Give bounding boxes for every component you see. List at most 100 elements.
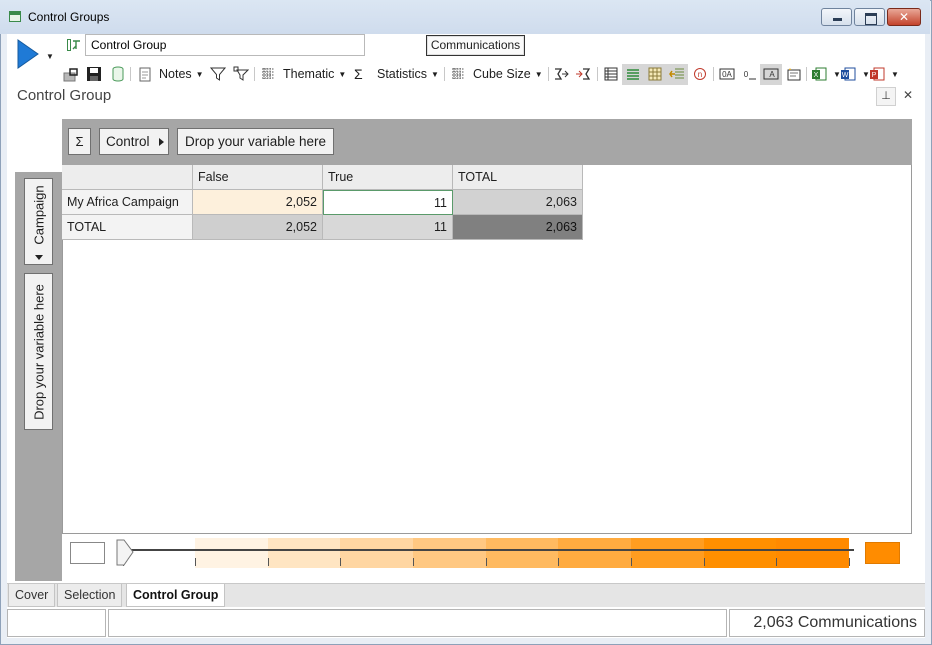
database-icon[interactable]	[110, 66, 126, 82]
green-bars-icon	[627, 69, 639, 80]
row-total-cell[interactable]: 2,063	[453, 190, 583, 215]
run-button[interactable]	[16, 38, 44, 72]
toolbar-separator	[444, 67, 445, 81]
column-total-cell[interactable]: 2,052	[193, 215, 323, 240]
svg-text:n: n	[698, 70, 702, 79]
grand-total-cell[interactable]: 2,063	[453, 215, 583, 240]
toolbar-separator	[713, 67, 714, 81]
legend-min-swatch[interactable]	[70, 542, 105, 564]
export-grid-icon[interactable]	[669, 66, 685, 82]
funnel-icon	[209, 67, 227, 81]
sigma-arrow-icon	[555, 68, 569, 80]
zero-empty-icon[interactable]: 0	[741, 66, 757, 82]
powerpoint-dropdown[interactable]: ▼	[887, 64, 899, 84]
caret-down-icon: ▼	[338, 69, 347, 79]
svg-text:W: W	[842, 72, 849, 79]
thematic-icon[interactable]	[260, 66, 276, 82]
statistics-label: Statistics	[377, 67, 428, 81]
cube-size-icon[interactable]	[450, 66, 466, 82]
table-view-icon[interactable]	[603, 66, 619, 82]
statistics-menu[interactable]: Statistics ▼	[377, 64, 439, 84]
powerpoint-export-icon[interactable]: P	[869, 66, 885, 82]
panel-close-icon[interactable]: ✕	[903, 88, 913, 102]
legend-max-swatch[interactable]	[865, 542, 900, 564]
circle-n-icon: n	[694, 68, 706, 80]
column-header-cell[interactable]: False	[193, 165, 323, 190]
legend-tick	[776, 558, 777, 566]
svg-text:0A: 0A	[722, 70, 732, 79]
column-drop-target[interactable]: Drop your variable here	[177, 128, 334, 155]
svg-text:A: A	[769, 70, 775, 79]
total-row-header-cell[interactable]: TOTAL	[62, 215, 193, 240]
measure-sigma-button[interactable]: Σ	[68, 128, 91, 155]
toolbar-separator	[548, 67, 549, 81]
bars-view-icon[interactable]	[625, 66, 641, 82]
run-dropdown-arrow-icon[interactable]: ▼	[46, 52, 54, 61]
tab-control-group[interactable]: Control Group	[126, 584, 226, 607]
legend-tick	[631, 558, 632, 566]
panel-title: Control Group	[17, 87, 112, 104]
tab-selection[interactable]: Selection	[57, 584, 123, 607]
legend-swatch	[703, 538, 777, 568]
app-icon	[9, 11, 21, 22]
toolbar-separator	[806, 67, 807, 81]
maximize-button[interactable]	[854, 8, 885, 26]
word-icon: W	[841, 67, 856, 81]
column-header-cell[interactable]: True	[323, 165, 453, 190]
legend-tick	[413, 558, 414, 566]
significance-icon[interactable]: n	[692, 66, 708, 82]
grid-arrow-icon	[669, 68, 684, 79]
notes-menu[interactable]: Notes ▼	[159, 64, 204, 84]
group-name-input[interactable]	[85, 34, 365, 56]
data-cell-selected[interactable]: 11	[323, 190, 453, 215]
data-cell[interactable]: 2,052	[193, 190, 323, 215]
sum-rows-icon[interactable]	[553, 66, 569, 82]
save-icon[interactable]	[86, 66, 102, 82]
legend-swatch	[485, 538, 559, 568]
legend-tick	[340, 558, 341, 566]
table-lines-icon	[604, 67, 618, 81]
notes-icon[interactable]	[137, 66, 153, 82]
communications-button[interactable]: Communications	[426, 35, 525, 56]
column-variable-chip[interactable]: Control	[99, 128, 169, 155]
legend-tick	[704, 558, 705, 566]
chevron-right-icon	[159, 138, 164, 146]
minimize-button[interactable]	[821, 8, 852, 26]
label-a-icon[interactable]: A	[763, 66, 779, 82]
filter-icon[interactable]	[209, 66, 227, 82]
sigma-icon[interactable]: Σ	[354, 64, 363, 84]
lock-icon[interactable]	[63, 66, 79, 82]
cube-size-menu[interactable]: Cube Size ▼	[473, 64, 543, 84]
title-bar[interactable]	[0, 0, 930, 34]
row-variable-chip[interactable]: Campaign	[24, 178, 53, 265]
zero-box-icon: 0A	[719, 68, 735, 80]
cube-size-label: Cube Size	[473, 67, 531, 81]
column-total-cell[interactable]: 11	[323, 215, 453, 240]
column-header-cell[interactable]: TOTAL	[453, 165, 583, 190]
word-export-icon[interactable]: W	[840, 66, 856, 82]
clipboard-icon	[139, 67, 151, 82]
legend-tick	[195, 558, 196, 566]
thematic-menu[interactable]: Thematic ▼	[283, 64, 346, 84]
highlight-icon[interactable]	[786, 66, 802, 82]
heatmap-view-icon[interactable]	[647, 66, 663, 82]
status-count-text: 2,063 Communications	[753, 614, 917, 631]
legend-slider-handle[interactable]	[116, 539, 134, 566]
slider-thumb-icon	[116, 539, 134, 566]
rename-icon[interactable]	[67, 38, 81, 52]
tab-cover[interactable]: Cover	[8, 584, 56, 607]
legend-slider-track[interactable]	[128, 549, 854, 551]
excel-export-icon[interactable]: X	[811, 66, 827, 82]
cube-grid-icon	[452, 68, 464, 79]
toolbar-separator	[130, 67, 131, 81]
zero-a-icon[interactable]: 0A	[719, 66, 735, 82]
sum-columns-icon[interactable]	[575, 66, 591, 82]
status-pane	[7, 609, 106, 637]
row-header-cell[interactable]: My Africa Campaign	[62, 190, 193, 215]
filter-settings-icon[interactable]	[233, 66, 250, 82]
toolbar-separator	[254, 67, 255, 81]
row-drop-target[interactable]: Drop your variable here	[24, 273, 53, 430]
rename-glyph-icon	[67, 39, 80, 51]
pin-icon[interactable]: ⊥	[876, 87, 896, 106]
close-window-button[interactable]	[887, 8, 921, 26]
